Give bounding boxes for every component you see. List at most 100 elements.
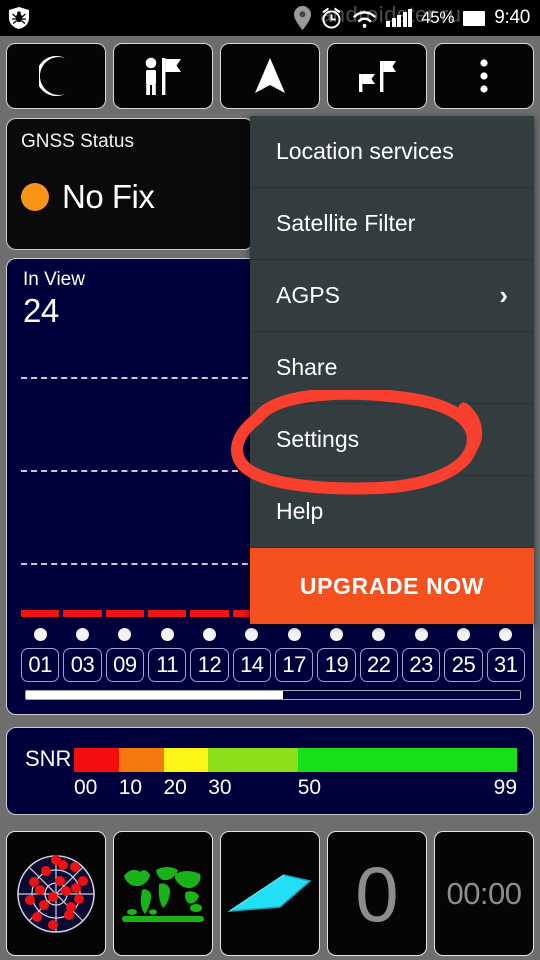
radar-skyplot-icon — [17, 854, 95, 933]
snr-legend-card: SNR 00 10 20 30 50 99 — [6, 727, 534, 815]
in-view-label: In View — [23, 269, 85, 290]
satellite-used-dot — [487, 628, 525, 641]
satellite-used-dot — [148, 628, 186, 641]
menu-item-label: AGPS — [276, 282, 340, 308]
timer-button[interactable]: 00:00 — [434, 831, 534, 956]
three-dots-vertical-icon — [480, 59, 488, 93]
chart-horizontal-scrollbar[interactable] — [25, 690, 521, 700]
compass-button[interactable] — [220, 831, 320, 956]
satellite-id-box[interactable]: 03 — [63, 648, 102, 682]
snr-band — [74, 748, 119, 772]
wifi-icon — [353, 10, 376, 28]
snr-color-scale — [74, 748, 518, 772]
satellite-used-dot — [360, 628, 398, 641]
satellite-used-dot — [233, 628, 271, 641]
satellite-id-box[interactable]: 17 — [274, 648, 314, 682]
battery-icon — [463, 10, 486, 26]
snr-tick-label: 30 — [208, 776, 232, 799]
speed-value: 0 — [355, 849, 399, 938]
app-root: androidster.ru 45% 9:40 GNSS Status No F… — [0, 0, 540, 960]
snr-tick-label: 10 — [118, 776, 143, 799]
person-with-flag-icon — [145, 57, 181, 95]
gnss-fix-row: No Fix — [21, 178, 239, 216]
signal-bars-icon — [386, 8, 413, 27]
bottom-toolbar: 0 00:00 — [0, 827, 540, 960]
gnss-status-card[interactable]: GNSS Status No Fix — [6, 118, 254, 250]
night-mode-button[interactable] — [6, 43, 106, 109]
top-toolbar — [0, 36, 540, 116]
status-bar-left-icons — [0, 6, 30, 30]
menu-item-location-services[interactable]: Location services — [250, 116, 534, 188]
overflow-menu-button[interactable] — [434, 43, 534, 109]
satellite-used-dot — [317, 628, 355, 641]
menu-item-satellite-filter[interactable]: Satellite Filter — [250, 188, 534, 260]
snr-bar — [63, 610, 102, 617]
menu-item-label: Help — [276, 498, 324, 524]
snr-band — [208, 748, 298, 772]
moon-icon — [39, 56, 65, 96]
compass-arrow-icon — [227, 873, 312, 912]
timer-value: 00:00 — [446, 875, 522, 911]
navigation-button[interactable] — [220, 43, 320, 109]
menu-item-share[interactable]: Share — [250, 332, 534, 404]
menu-item-label: Satellite Filter — [276, 210, 416, 236]
menu-item-label: Location services — [276, 138, 454, 164]
scrollbar-thumb[interactable] — [26, 691, 283, 699]
waypoints-button[interactable] — [327, 43, 427, 109]
satellite-id-box[interactable]: 25 — [444, 648, 483, 682]
upgrade-now-button[interactable]: UPGRADE NOW — [250, 548, 534, 624]
snr-tick-label: 99 — [493, 776, 517, 799]
satellite-id-box[interactable]: 19 — [317, 648, 356, 682]
menu-item-agps[interactable]: AGPS › — [250, 260, 534, 332]
status-bar: androidster.ru 45% 9:40 — [0, 0, 540, 36]
in-view-header: In View 24 — [23, 269, 85, 330]
fix-status-indicator-icon — [21, 183, 49, 211]
snr-tick-labels: 00 10 20 30 50 99 — [74, 776, 517, 804]
snr-band — [118, 748, 164, 772]
in-view-value: 24 — [23, 292, 59, 329]
menu-item-label: Share — [276, 354, 338, 380]
snr-bar — [190, 610, 229, 617]
satellite-id-box[interactable]: 11 — [147, 648, 187, 682]
world-map-button[interactable] — [113, 831, 213, 956]
location-pin-icon — [294, 6, 312, 30]
satellite-id-box[interactable]: 22 — [359, 648, 398, 682]
clock-label: 9:40 — [494, 7, 530, 28]
navigation-arrow-icon — [255, 58, 285, 93]
snr-tick-label: 00 — [74, 776, 98, 799]
satellite-used-dot — [106, 628, 144, 641]
satellite-id-box[interactable]: 23 — [401, 648, 441, 682]
menu-item-help[interactable]: Help — [250, 476, 534, 548]
overflow-menu[interactable]: Location services Satellite Filter AGPS › Sh… — [250, 116, 534, 624]
satellite-id-box[interactable]: 12 — [190, 648, 229, 682]
chevron-right-icon: › — [499, 280, 508, 310]
speed-button[interactable]: 0 — [327, 831, 427, 956]
alarm-clock-icon — [322, 7, 341, 28]
set-waypoint-button[interactable] — [113, 43, 213, 109]
menu-item-label: Settings — [276, 426, 360, 452]
sky-plot-button[interactable] — [6, 831, 106, 956]
satellite-used-dot — [444, 628, 482, 641]
satellite-used-dot — [63, 628, 101, 641]
satellite-id-box[interactable]: 14 — [232, 648, 271, 682]
snr-bar — [147, 610, 187, 617]
snr-tick-label: 50 — [297, 776, 322, 799]
snr-band — [163, 748, 209, 772]
snr-bar — [105, 610, 144, 617]
world-map-icon — [122, 866, 204, 922]
gnss-status-label: GNSS Status — [21, 131, 134, 152]
battery-percent-label: 45% — [421, 8, 455, 27]
snr-tick-label: 20 — [163, 776, 187, 799]
satellite-used-dot — [190, 628, 228, 641]
satellite-used-dot — [402, 628, 440, 641]
gnss-fix-value: No Fix — [62, 178, 155, 215]
satellite-id-row: 01 03 09 11 12 14 17 19 22 23 25 31 — [21, 648, 525, 682]
satellite-id-box[interactable]: 09 — [105, 648, 144, 682]
shield-bug-icon — [9, 7, 29, 29]
menu-item-settings[interactable]: Settings — [250, 404, 534, 476]
two-flags-icon — [359, 61, 396, 92]
satellite-id-box[interactable]: 31 — [486, 648, 525, 682]
satellite-id-box[interactable]: 01 — [21, 648, 60, 682]
snr-bar — [21, 610, 60, 617]
snr-band — [297, 748, 518, 772]
